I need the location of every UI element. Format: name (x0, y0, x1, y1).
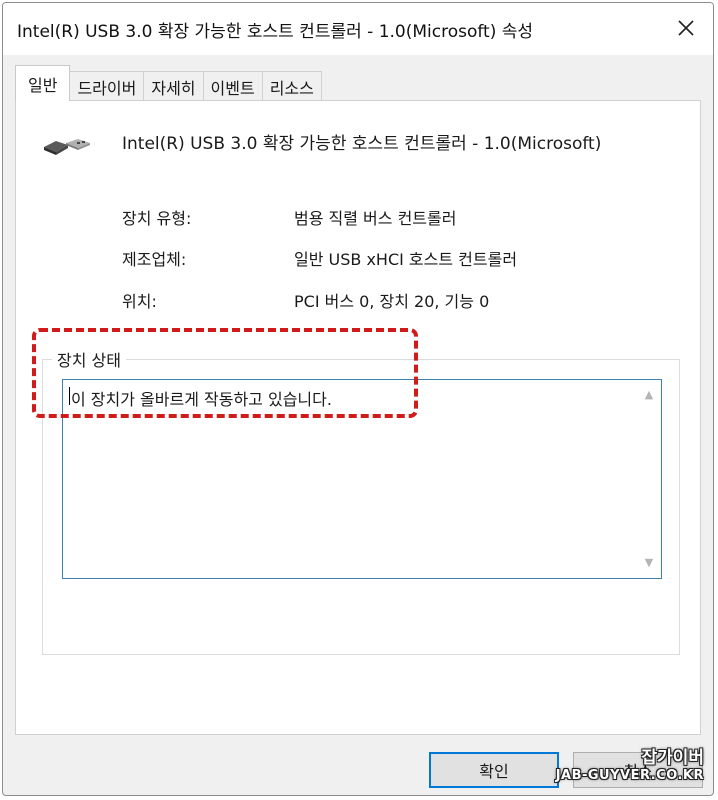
highlight-annotation (32, 328, 418, 418)
manufacturer-value: 일반 USB xHCI 호스트 컨트롤러 (294, 250, 518, 269)
tab-driver[interactable]: 드라이버 (69, 71, 145, 101)
tab-general[interactable]: 일반 (15, 65, 71, 101)
tab-details[interactable]: 자세히 (143, 71, 204, 101)
window-title: Intel(R) USB 3.0 확장 가능한 호스트 컨트롤러 - 1.0(M… (17, 22, 534, 42)
title-bar: Intel(R) USB 3.0 확장 가능한 호스트 컨트롤러 - 1.0(M… (3, 3, 713, 55)
scroll-up-arrow-icon[interactable]: ▲ (642, 388, 656, 402)
tab-resources[interactable]: 리소스 (261, 71, 322, 101)
tab-strip: 일반 드라이버 자세히 이벤트 리소스 (15, 65, 322, 101)
location-label: 위치: (122, 292, 157, 311)
ok-button[interactable]: 확인 (429, 752, 559, 788)
device-name: Intel(R) USB 3.0 확장 가능한 호스트 컨트롤러 - 1.0(M… (122, 134, 602, 154)
manufacturer-label: 제조업체: (122, 250, 187, 269)
device-type-label: 장치 유형: (122, 209, 192, 228)
usb-connector-icon (44, 139, 90, 155)
location-value: PCI 버스 0, 장치 20, 기능 0 (294, 292, 490, 311)
close-button[interactable] (667, 11, 705, 45)
device-type-value: 범용 직렬 버스 컨트롤러 (294, 209, 457, 228)
tab-events[interactable]: 이벤트 (202, 71, 263, 101)
close-icon (678, 20, 694, 36)
watermark-url: JAB-GUYVER.CO.KR (555, 768, 704, 784)
scroll-down-arrow-icon[interactable]: ▼ (642, 556, 656, 570)
site-watermark: 잡가이버 JAB-GUYVER.CO.KR (556, 748, 704, 784)
watermark-title: 잡가이버 (641, 748, 704, 768)
